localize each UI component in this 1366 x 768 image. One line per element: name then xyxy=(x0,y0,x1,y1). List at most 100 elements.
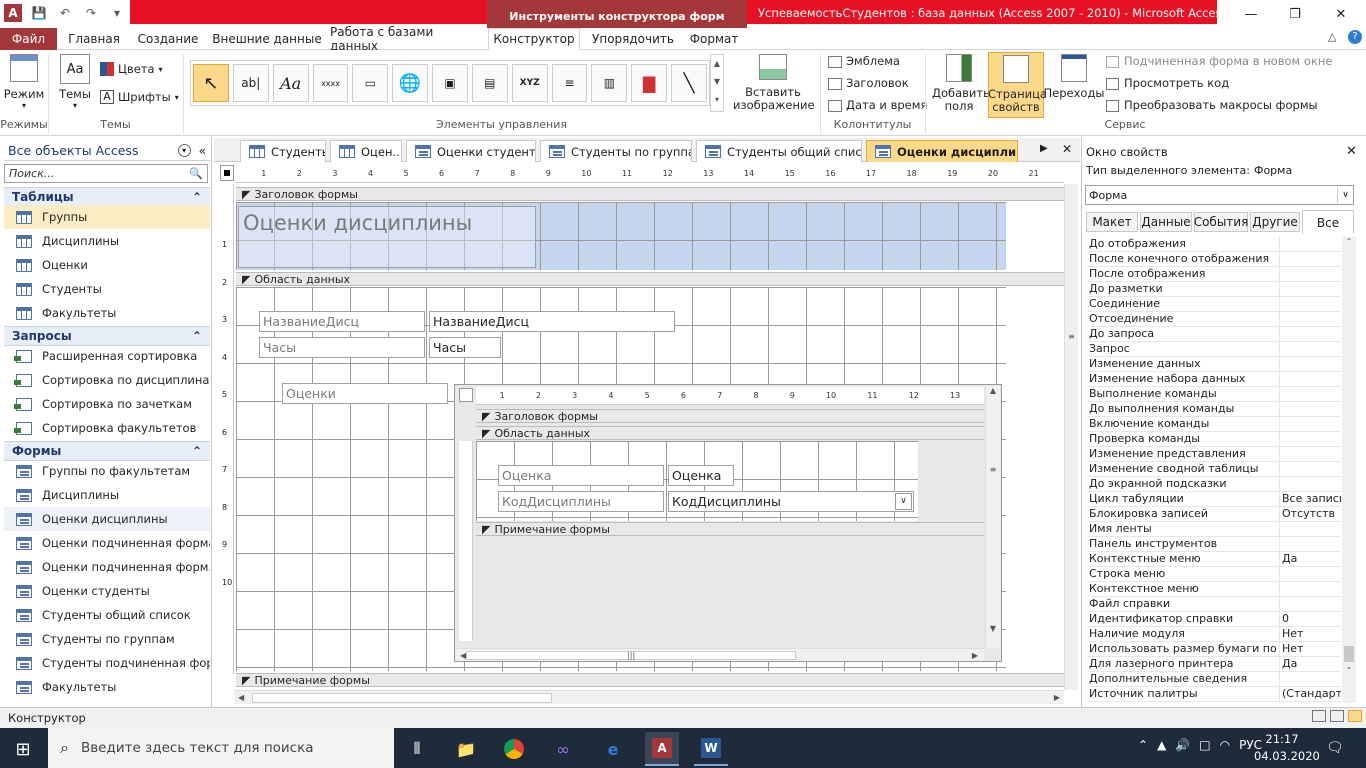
property-sheet-button[interactable]: Страница свойств xyxy=(988,52,1047,118)
property-row[interactable]: После конечного отображения xyxy=(1087,252,1341,267)
field-discipline-name[interactable]: НазваниеДисц xyxy=(429,311,675,332)
layout-view-icon[interactable] xyxy=(1330,710,1344,722)
chrome-icon[interactable] xyxy=(497,732,531,766)
label-hours[interactable]: Часы xyxy=(259,337,425,358)
property-row[interactable]: Цикл табуляции Все записи xyxy=(1087,492,1341,507)
prop-tab-other[interactable]: Другие xyxy=(1250,212,1300,232)
nav-group-queries[interactable]: Запросы ⌃ xyxy=(4,326,210,346)
section-form-footer[interactable]: ◤ Примечание формы xyxy=(236,673,1064,687)
property-row[interactable]: Изменение представления xyxy=(1087,447,1341,462)
property-value[interactable]: Все записи xyxy=(1280,492,1341,506)
task-view-icon[interactable]: ⫴ xyxy=(400,732,434,766)
tab-scroll-right-icon[interactable]: ▶ xyxy=(1040,143,1048,154)
property-value[interactable] xyxy=(1280,567,1341,581)
nav-item-query[interactable]: Сортировка факультетов xyxy=(4,416,210,440)
property-value[interactable] xyxy=(1280,327,1341,341)
gallery-scroll[interactable]: ▲ ▼ ▾ xyxy=(710,54,724,112)
scroll-down-icon[interactable]: ▼ xyxy=(986,624,1000,633)
scroll-thumb[interactable] xyxy=(1344,646,1354,662)
taskbar-clock[interactable]: 21:17 04.03.2020 xyxy=(1254,731,1320,765)
property-scrollbar[interactable]: ⌃ ⌄ xyxy=(1342,237,1356,703)
property-row[interactable]: Включение команды xyxy=(1087,417,1341,432)
design-vertical-scrollbar[interactable]: ≡ xyxy=(1064,184,1078,690)
nav-item-form[interactable]: Группы по факультетам xyxy=(4,459,210,483)
close-document-icon[interactable]: ✕ xyxy=(1062,142,1072,156)
combobox-discipline-code[interactable]: КодДисциплины ∨ xyxy=(668,491,914,512)
scroll-up-icon[interactable]: ⌃ xyxy=(1342,237,1356,246)
property-row[interactable]: До экранной подсказки xyxy=(1087,477,1341,492)
chart-control-icon[interactable]: ▇ xyxy=(631,64,668,102)
nav-item-form[interactable]: Оценки студенты xyxy=(4,579,210,603)
property-row[interactable]: До запроса xyxy=(1087,327,1341,342)
close-property-sheet-icon[interactable]: ✕ xyxy=(1346,144,1357,159)
windows-start-icon[interactable]: ⊞ xyxy=(6,732,40,766)
navigation-control-icon[interactable]: ▤ xyxy=(471,64,508,102)
chevron-down-icon[interactable]: ∨ xyxy=(895,493,912,510)
collapse-group-icon[interactable]: ⌃ xyxy=(192,444,202,458)
subform-selector[interactable] xyxy=(459,388,473,402)
property-value[interactable] xyxy=(1280,372,1341,386)
property-row[interactable]: Идентификатор справки 0 xyxy=(1087,612,1341,627)
tab-home[interactable]: Главная xyxy=(62,28,126,50)
hyperlink-control-icon[interactable]: 🌐 xyxy=(392,64,429,102)
subform-vertical-scrollbar[interactable]: ▲ ≡ ▼ xyxy=(985,386,1000,648)
property-row[interactable]: Блокировка записей Отсутств xyxy=(1087,507,1341,522)
combobox-control-icon[interactable]: ▥ xyxy=(591,64,628,102)
redo-icon[interactable]: ↷ xyxy=(82,4,100,22)
edge-icon[interactable]: e xyxy=(596,732,630,766)
page-break-icon[interactable]: ≡ xyxy=(551,64,588,102)
doc-tab-active[interactable]: Оценки дисциплины xyxy=(866,140,1018,162)
property-row[interactable]: Запрос xyxy=(1087,342,1341,357)
property-value[interactable] xyxy=(1280,252,1341,266)
property-row[interactable]: До разметки xyxy=(1087,282,1341,297)
option-group-icon[interactable]: XYZ xyxy=(511,64,548,102)
form-view-icon[interactable] xyxy=(1312,710,1326,722)
nav-item-form[interactable]: Оценки подчиненная форма xyxy=(4,531,210,555)
form-title-label[interactable]: Оценки дисциплины xyxy=(238,206,536,268)
property-row[interactable]: Источник палитры(Стандартн xyxy=(1087,687,1341,702)
collapse-group-icon[interactable]: ⌃ xyxy=(192,329,202,343)
nav-group-forms[interactable]: Формы ⌃ xyxy=(4,441,210,461)
field-grade[interactable]: Оценка xyxy=(668,465,734,486)
nav-item-query[interactable]: Расширенная сортировка xyxy=(4,344,210,368)
emblem-button[interactable]: Эмблема xyxy=(828,55,900,68)
property-value[interactable]: 0 xyxy=(1280,612,1341,626)
section-form-header[interactable]: ◤ Заголовок формы xyxy=(236,187,1064,201)
convert-macros-button[interactable]: Преобразовать макросы формы xyxy=(1106,99,1318,112)
tab-file[interactable]: Файл xyxy=(0,28,57,50)
property-value[interactable] xyxy=(1280,267,1341,281)
nav-header[interactable]: Все объекты Access ▾ « xyxy=(4,141,210,161)
nav-search-input[interactable]: Поиск... 🔍 xyxy=(4,164,208,183)
save-icon[interactable]: 💾 xyxy=(30,4,48,22)
people-icon[interactable]: ▲ xyxy=(1157,738,1166,752)
transitions-button[interactable]: Переходы xyxy=(1044,54,1105,116)
nav-item-query[interactable]: Сортировка по зачеткам xyxy=(4,392,210,416)
view-mode-button[interactable]: Режим ▾ xyxy=(4,54,44,116)
doc-tab[interactable]: Оцен... xyxy=(330,140,402,162)
insert-image-button[interactable]: Вставить изображение xyxy=(733,54,815,116)
volume-icon[interactable]: 🔊 xyxy=(1175,738,1190,752)
doc-tab[interactable]: Студенты общий список xyxy=(696,140,862,162)
property-row[interactable]: Контекстные меню Да xyxy=(1087,552,1341,567)
nav-item-table[interactable]: Дисциплины xyxy=(4,229,210,253)
colors-button[interactable]: Цвета ▾ xyxy=(100,62,163,76)
property-value[interactable]: Да xyxy=(1280,552,1341,566)
close-icon[interactable]: ✕ xyxy=(1316,0,1366,28)
object-selector-dropdown[interactable]: Форма ∨ xyxy=(1085,185,1354,205)
property-value[interactable]: Нет xyxy=(1280,627,1341,641)
file-explorer-icon[interactable]: 📁 xyxy=(449,732,483,766)
scroll-thumb[interactable]: ≡ xyxy=(986,465,1000,474)
scroll-thumb[interactable] xyxy=(252,692,553,703)
select-pointer-icon[interactable]: ↖ xyxy=(193,64,229,102)
prop-tab-events[interactable]: События xyxy=(1194,212,1248,232)
nav-item-query[interactable]: Сортировка по дисциплинам xyxy=(4,368,210,392)
design-horizontal-scrollbar[interactable]: ◀ ▶ xyxy=(234,690,1064,704)
property-row[interactable]: До выполнения команды xyxy=(1087,402,1341,417)
property-row[interactable]: Контекстное меню xyxy=(1087,582,1341,597)
scroll-up-icon[interactable]: ▲ xyxy=(986,386,1000,395)
property-row[interactable]: Панель инструментов xyxy=(1087,537,1341,552)
word-taskbar-icon[interactable]: W xyxy=(694,732,728,766)
nav-item-form[interactable]: Оценки дисциплины xyxy=(4,507,210,531)
tab-external-data[interactable]: Внешние данные xyxy=(212,28,322,50)
textbox-control-icon[interactable]: ab| xyxy=(232,64,269,102)
